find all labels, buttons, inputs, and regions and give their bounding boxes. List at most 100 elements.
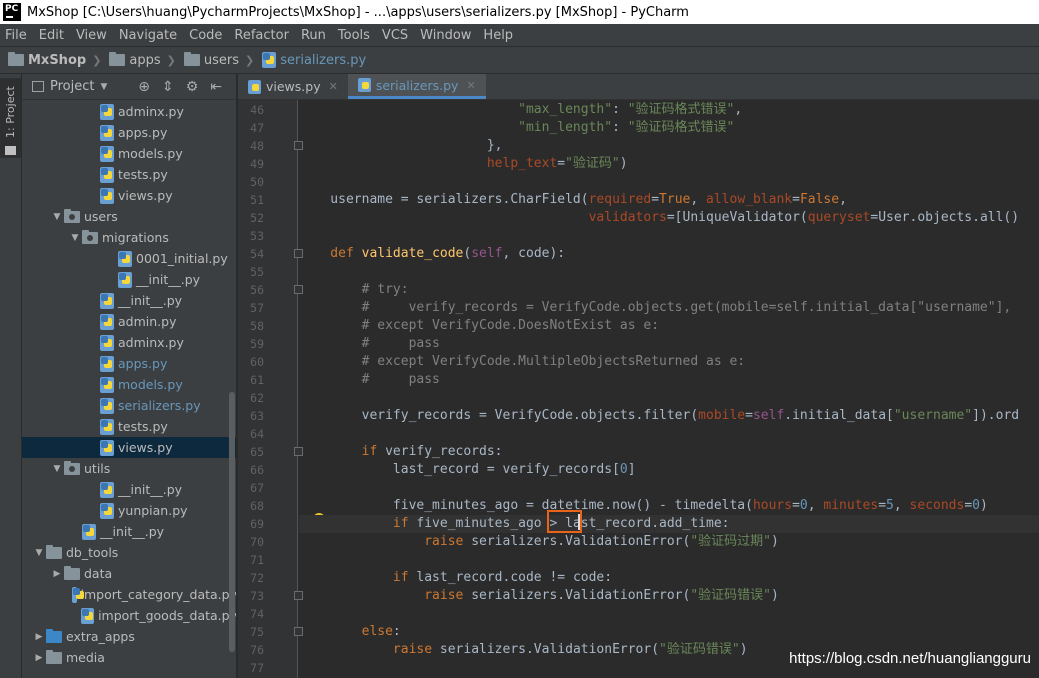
menu-file[interactable]: File [0,28,33,43]
target-icon[interactable]: ⊕ [138,79,150,95]
menu-code[interactable]: Code [183,28,228,43]
expand-down-icon[interactable]: ▼ [32,548,46,558]
code-line: if five_minutes_ago > last_record.add_ti… [299,515,1039,533]
code-token: = [792,192,800,207]
breadcrumb-item-file[interactable]: serializers.py [254,52,366,68]
code-line: "max_length": "验证码格式错误", [299,101,742,119]
tree-item-label: models.py [118,146,183,161]
code-token: "max_length" [299,102,613,117]
project-scrollbar[interactable] [229,392,235,652]
tree-file-item[interactable]: admin.py [22,311,236,332]
expand-right-icon[interactable]: ▶ [50,569,64,579]
tree-folder-item[interactable]: ▼ users [22,206,236,227]
code-token: help_text [299,156,558,171]
code-line: # verify_records = VerifyCode.objects.ge… [299,299,1012,317]
breadcrumb-item-project[interactable]: MxShop ❯ [0,52,101,68]
menu-view[interactable]: View [70,28,113,43]
menu-help[interactable]: Help [477,28,519,43]
project-panel-header: Project ▼ ⊕ ⇕ ⚙ ⇤ [22,74,236,100]
tree-folder-item[interactable]: ▼ utils [22,458,236,479]
tree-folder-item[interactable]: ▼ migrations [22,227,236,248]
expand-down-icon[interactable]: ▼ [50,212,64,222]
tab-serializers[interactable]: serializers.py ✕ [347,74,486,99]
code-line: # pass [299,335,440,353]
tree-file-item[interactable]: tests.py [22,416,236,437]
line-number: 47 [250,121,264,135]
expand-down-icon[interactable]: ▼ [68,233,82,243]
code-token: : [612,120,628,135]
folder-icon [46,649,62,664]
breadcrumb-item-users[interactable]: users ❯ [176,52,254,68]
breadcrumb-item-apps[interactable]: apps ❯ [101,52,176,68]
tree-file-item[interactable]: __init__.py [22,290,236,311]
menu-vcs[interactable]: VCS [376,28,414,43]
tree-file-item[interactable]: apps.py [22,122,236,143]
project-tool-window-label: 1: Project [4,86,17,138]
tree-folder-item[interactable]: ▼ db_tools [22,542,236,563]
code-token: "min_length" [299,120,613,135]
tab-views[interactable]: views.py ✕ [238,74,348,99]
tree-file-item[interactable]: yunpian.py [22,500,236,521]
tree-file-item[interactable]: tests.py [22,164,236,185]
code-token: =[UniqueValidator( [666,210,808,225]
tree-file-item[interactable]: views.py [22,437,236,458]
code-token: "username" [893,408,973,423]
tree-file-item[interactable]: __init__.py [22,479,236,500]
tree-item-label: migrations [102,230,169,245]
tree-file-item[interactable]: views.py [22,185,236,206]
left-tool-strip: 1: Project [0,74,22,678]
tree-file-item[interactable]: apps.py [22,353,236,374]
project-view-selector[interactable]: Project [50,79,94,94]
tree-file-item[interactable]: 0001_initial.py [22,248,236,269]
code-line: five_minutes_ago = datetime.now() - time… [299,497,988,515]
tree-file-item[interactable]: models.py [22,143,236,164]
tree-item-label: extra_apps [66,629,135,644]
expand-right-icon[interactable]: ▶ [32,632,46,642]
menu-tools[interactable]: Tools [332,28,376,43]
menu-edit[interactable]: Edit [33,28,70,43]
menu-navigate[interactable]: Navigate [113,28,183,43]
close-icon[interactable]: ✕ [329,80,338,93]
code-token: ) [619,156,628,171]
expand-right-icon[interactable]: ▶ [32,653,46,663]
tree-folder-item[interactable]: ▶ data [22,563,236,584]
gear-icon[interactable]: ⚙ [186,79,199,95]
tree-file-item[interactable]: serializers.py [22,395,236,416]
code-line: # except VerifyCode.MultipleObjectsRetur… [299,353,746,371]
tree-file-item[interactable]: import_goods_data.py [22,605,236,626]
tree-file-item[interactable]: import_category_data.py [22,584,236,605]
code-token: = [745,408,753,423]
expand-down-icon[interactable]: ▼ [50,464,64,474]
code-token: ] [627,462,636,477]
package-folder-icon [64,460,80,475]
python-file-icon [100,124,114,141]
code-line: if verify_records: [299,443,503,461]
tree-file-item[interactable]: __init__.py [22,269,236,290]
folder-icon [5,146,16,155]
collapse-icon[interactable]: ⇕ [162,79,174,95]
code-token: = [651,192,660,207]
tree-item-label: adminx.py [118,104,184,119]
folder-icon [46,628,62,643]
hide-icon[interactable]: ⇤ [210,79,222,95]
tree-folder-item[interactable]: ▶ extra_apps [22,626,236,647]
code-token: last_record.code != code: [416,570,613,585]
close-icon[interactable]: ✕ [466,79,475,92]
code-editor[interactable]: raise serializers.ValidationError("验证码错误… [299,100,1039,678]
project-tool-window-button[interactable]: 1: Project [0,78,21,158]
tree-file-item[interactable]: adminx.py [22,332,236,353]
line-number: 46 [250,103,264,117]
tree-file-item[interactable]: adminx.py [22,101,236,122]
menu-window[interactable]: Window [414,28,477,43]
python-file-icon [100,397,114,414]
tree-file-item[interactable]: models.py [22,374,236,395]
code-line: }, [299,137,503,155]
window-title-bar: PC MxShop [C:\Users\huang\PycharmProject… [0,0,1039,24]
menu-run[interactable]: Run [295,28,332,43]
tree-item-label: serializers.py [118,398,201,413]
tree-folder-item[interactable]: ▶ media [22,647,236,668]
menu-refactor[interactable]: Refactor [228,28,295,43]
chevron-down-icon[interactable]: ▼ [100,82,107,92]
tree-file-item[interactable]: __init__.py [22,521,236,542]
code-token: last_record = verify_records[ [299,462,620,477]
